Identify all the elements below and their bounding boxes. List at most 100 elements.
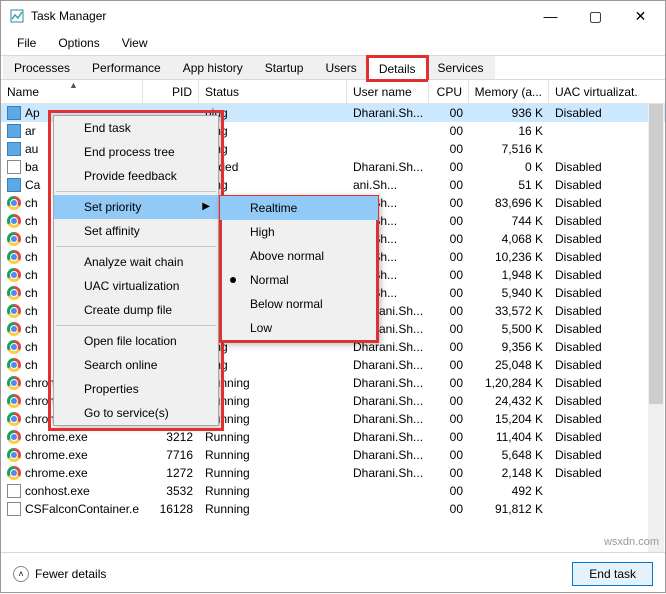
ctx-search-online[interactable]: Search online [54,353,218,377]
ctx-set-priority[interactable]: Set priority▶ [54,195,218,219]
tab-performance[interactable]: Performance [81,56,172,79]
column-header-pid[interactable]: PID [143,80,199,103]
ctx-end-task[interactable]: End task [54,116,218,140]
context-separator [56,325,216,326]
menu-file[interactable]: File [7,33,46,53]
status-cell: Running [199,484,347,498]
column-header-user-name[interactable]: User name [347,80,429,103]
user-cell: Dharani.Sh... [347,358,429,372]
pid-cell: 7716 [143,448,199,462]
table-row[interactable]: chrome.exe3212RunningDharani.Sh...0011,4… [1,428,665,446]
tab-details[interactable]: Details [368,57,427,80]
cpu-cell: 00 [429,376,469,390]
cpu-cell: 00 [429,250,469,264]
priority-low[interactable]: Low [220,316,378,340]
process-name: chrome.exe [25,430,88,444]
ctx-properties[interactable]: Properties [54,377,218,401]
priority-high[interactable]: High [220,220,378,244]
fewer-details-button[interactable]: ˄ Fewer details [13,566,106,582]
process-name: ch [25,232,38,246]
ctx-provide-feedback[interactable]: Provide feedback [54,164,218,188]
uac-cell: Disabled [549,358,639,372]
process-icon [7,268,21,282]
process-icon [7,196,21,210]
tab-users[interactable]: Users [314,56,367,79]
column-header-uac-virtualizat-[interactable]: UAC virtualizat... [549,80,639,103]
cpu-cell: 00 [429,448,469,462]
memory-cell: 91,812 K [469,502,549,516]
tab-processes[interactable]: Processes [3,56,81,79]
process-icon [7,322,21,336]
priority-normal[interactable]: Normal [220,268,378,292]
process-icon [7,484,21,498]
memory-cell: 51 K [469,178,549,192]
uac-cell: Disabled [549,394,639,408]
memory-cell: 11,404 K [469,430,549,444]
column-header-status[interactable]: Status [199,80,347,103]
memory-cell: 83,696 K [469,196,549,210]
scrollbar-thumb[interactable] [649,104,663,404]
ctx-create-dump-file[interactable]: Create dump file [54,298,218,322]
cpu-cell: 00 [429,106,469,120]
user-cell: Dharani.Sh... [347,376,429,390]
memory-cell: 5,940 K [469,286,549,300]
minimize-button[interactable]: — [528,2,573,30]
table-row[interactable]: chrome.exe1272RunningDharani.Sh...002,14… [1,464,665,482]
process-icon [7,466,21,480]
uac-cell: Disabled [549,430,639,444]
priority-realtime[interactable]: Realtime [220,196,378,220]
close-button[interactable]: ✕ [618,2,663,30]
memory-cell: 1,948 K [469,268,549,282]
window-title: Task Manager [31,9,528,23]
submenu-arrow-icon: ▶ [202,201,210,212]
process-icon [7,448,21,462]
tab-app-history[interactable]: App history [172,56,254,79]
user-cell: Dharani.Sh... [347,466,429,480]
table-row[interactable]: chrome.exe7716RunningDharani.Sh...005,64… [1,446,665,464]
tabbar: ProcessesPerformanceApp historyStartupUs… [1,56,665,80]
table-row[interactable]: CSFalconContainer.e16128Running0091,812 … [1,500,665,518]
vertical-scrollbar[interactable] [648,104,664,552]
ctx-uac-virtualization[interactable]: UAC virtualization [54,274,218,298]
priority-submenu[interactable]: RealtimeHigh Above normal NormalBelow norm… [219,195,379,343]
ctx-analyze-wait-chain[interactable]: Analyze wait chain [54,250,218,274]
process-name: ch [25,268,38,282]
tab-services[interactable]: Services [427,56,495,79]
process-name: ch [25,214,38,228]
ctx-go-to-service-s-[interactable]: Go to service(s) [54,401,218,425]
cpu-cell: 00 [429,412,469,426]
ctx-end-process-tree[interactable]: End process tree [54,140,218,164]
status-cell: ning [199,142,347,156]
cpu-cell: 00 [429,304,469,318]
memory-cell: 25,048 K [469,358,549,372]
priority-label: Above normal [250,249,324,263]
priority-above-normal[interactable]: Above normal [220,244,378,268]
uac-cell: Disabled [549,250,639,264]
priority-below-normal[interactable]: Below normal [220,292,378,316]
process-icon [7,340,21,354]
ctx-open-file-location[interactable]: Open file location [54,329,218,353]
status-cell: ning [199,358,347,372]
memory-cell: 5,648 K [469,448,549,462]
cpu-cell: 00 [429,358,469,372]
menu-options[interactable]: Options [48,33,109,53]
process-icon [7,160,21,174]
user-cell: ani.Sh... [347,178,429,192]
process-icon [7,430,21,444]
process-name: ba [25,160,38,174]
table-row[interactable]: conhost.exe3532Running00492 K [1,482,665,500]
process-icon [7,376,21,390]
status-cell: ended [199,160,347,174]
maximize-button[interactable]: ▢ [573,2,618,30]
process-name: CSFalconContainer.e [25,502,139,516]
column-header-cpu[interactable]: CPU [429,80,469,103]
ctx-set-affinity[interactable]: Set affinity [54,219,218,243]
process-icon [7,358,21,372]
context-menu[interactable]: End taskEnd process treeProvide feedback… [53,115,219,426]
column-header-memory-a-[interactable]: Memory (a... [469,80,549,103]
process-icon [7,250,21,264]
end-task-button[interactable]: End task [572,562,653,586]
tab-startup[interactable]: Startup [254,56,315,79]
menu-view[interactable]: View [112,33,158,53]
column-headers: NamePIDStatusUser nameCPUMemory (a...UAC… [1,80,665,104]
